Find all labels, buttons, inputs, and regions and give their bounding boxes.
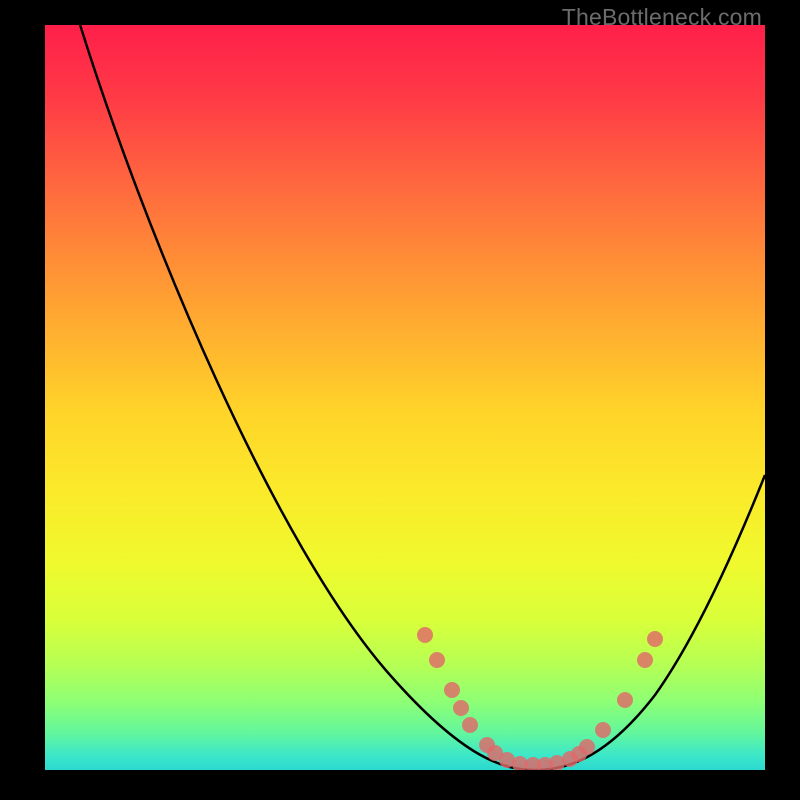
points-group [417, 627, 663, 770]
chart-frame: TheBottleneck.com [0, 0, 800, 800]
data-point [579, 739, 595, 755]
data-point [462, 717, 478, 733]
data-point [637, 652, 653, 668]
data-point [595, 722, 611, 738]
data-point [617, 692, 633, 708]
data-point [647, 631, 663, 647]
data-point [429, 652, 445, 668]
plot-area [45, 25, 765, 770]
data-point [417, 627, 433, 643]
curve-svg [45, 25, 765, 770]
data-point [453, 700, 469, 716]
bottleneck-curve [77, 25, 765, 770]
data-point [444, 682, 460, 698]
